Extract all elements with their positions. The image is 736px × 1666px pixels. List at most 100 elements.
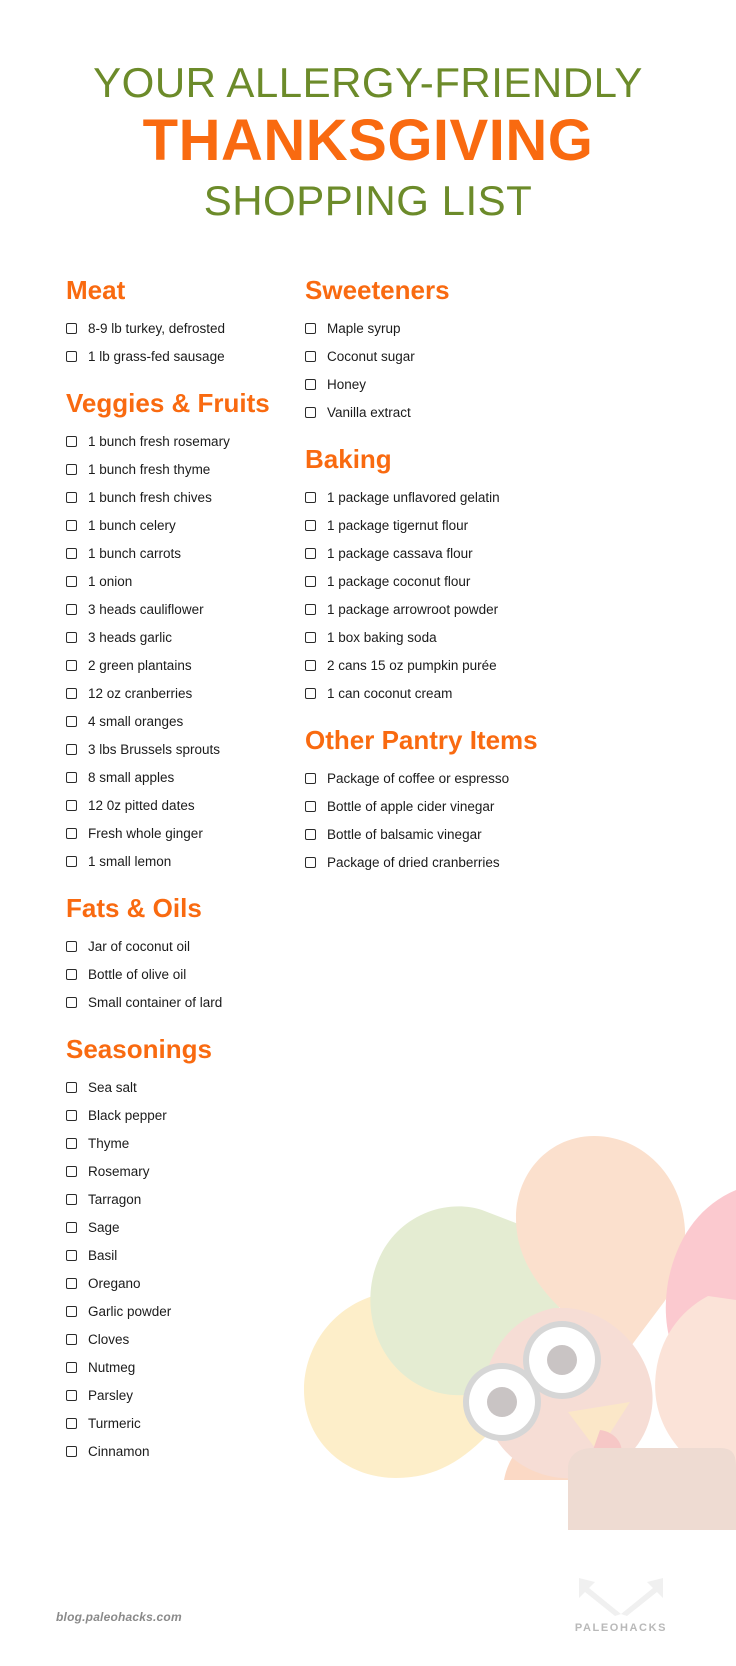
checklist-item[interactable]: Small container of lard (66, 994, 305, 1011)
checklist-item[interactable]: Vanilla extract (305, 404, 685, 421)
checkbox-icon[interactable] (66, 1390, 77, 1401)
checklist-item[interactable]: 1 bunch fresh thyme (66, 461, 305, 478)
checkbox-icon[interactable] (66, 800, 77, 811)
checklist-item[interactable]: Tarragon (66, 1191, 305, 1208)
checkbox-icon[interactable] (305, 773, 316, 784)
checkbox-icon[interactable] (305, 323, 316, 334)
checklist-item[interactable]: Black pepper (66, 1107, 305, 1124)
checkbox-icon[interactable] (305, 632, 316, 643)
checkbox-icon[interactable] (66, 1138, 77, 1149)
checkbox-icon[interactable] (66, 548, 77, 559)
checkbox-icon[interactable] (66, 520, 77, 531)
checklist-item[interactable]: 12 0z pitted dates (66, 797, 305, 814)
checkbox-icon[interactable] (66, 351, 77, 362)
checklist-item[interactable]: 2 cans 15 oz pumpkin purée (305, 657, 685, 674)
checkbox-icon[interactable] (66, 1418, 77, 1429)
checkbox-icon[interactable] (305, 492, 316, 503)
checklist-item[interactable]: Honey (305, 376, 685, 393)
checkbox-icon[interactable] (66, 576, 77, 587)
checkbox-icon[interactable] (66, 1222, 77, 1233)
checkbox-icon[interactable] (305, 351, 316, 362)
checklist-item[interactable]: Nutmeg (66, 1359, 305, 1376)
checklist-item[interactable]: 1 package arrowroot powder (305, 601, 685, 618)
checklist-item[interactable]: Turmeric (66, 1415, 305, 1432)
checklist-item[interactable]: 8 small apples (66, 769, 305, 786)
checkbox-icon[interactable] (305, 688, 316, 699)
checkbox-icon[interactable] (66, 604, 77, 615)
checklist-item[interactable]: Bottle of balsamic vinegar (305, 826, 685, 843)
checkbox-icon[interactable] (66, 660, 77, 671)
checkbox-icon[interactable] (66, 1362, 77, 1373)
checklist-item[interactable]: 4 small oranges (66, 713, 305, 730)
checkbox-icon[interactable] (66, 1166, 77, 1177)
checklist-item[interactable]: 12 oz cranberries (66, 685, 305, 702)
checklist-item[interactable]: 1 package cassava flour (305, 545, 685, 562)
checkbox-icon[interactable] (66, 828, 77, 839)
checkbox-icon[interactable] (66, 436, 77, 447)
checklist-item[interactable]: 1 bunch fresh rosemary (66, 433, 305, 450)
checklist-item[interactable]: Oregano (66, 1275, 305, 1292)
checklist-item[interactable]: Jar of coconut oil (66, 938, 305, 955)
checkbox-icon[interactable] (305, 604, 316, 615)
checkbox-icon[interactable] (66, 716, 77, 727)
checklist-item[interactable]: 2 green plantains (66, 657, 305, 674)
checklist-item[interactable]: Package of coffee or espresso (305, 770, 685, 787)
checklist-item[interactable]: 1 bunch celery (66, 517, 305, 534)
checklist-item[interactable]: Coconut sugar (305, 348, 685, 365)
checklist-item[interactable]: Garlic powder (66, 1303, 305, 1320)
checkbox-icon[interactable] (66, 1250, 77, 1261)
checkbox-icon[interactable] (66, 941, 77, 952)
checklist-item[interactable]: Basil (66, 1247, 305, 1264)
checkbox-icon[interactable] (66, 1306, 77, 1317)
checkbox-icon[interactable] (305, 379, 316, 390)
checkbox-icon[interactable] (66, 997, 77, 1008)
checklist-item[interactable]: 1 bunch fresh chives (66, 489, 305, 506)
checklist-item[interactable]: 1 can coconut cream (305, 685, 685, 702)
checkbox-icon[interactable] (305, 576, 316, 587)
checkbox-icon[interactable] (66, 1110, 77, 1121)
checklist-item[interactable]: Fresh whole ginger (66, 825, 305, 842)
checkbox-icon[interactable] (305, 660, 316, 671)
checkbox-icon[interactable] (66, 744, 77, 755)
checkbox-icon[interactable] (66, 492, 77, 503)
checklist-item[interactable]: Cloves (66, 1331, 305, 1348)
checklist-item[interactable]: 1 small lemon (66, 853, 305, 870)
checklist-item[interactable]: Bottle of apple cider vinegar (305, 798, 685, 815)
checklist-item[interactable]: 1 package tigernut flour (305, 517, 685, 534)
checkbox-icon[interactable] (66, 323, 77, 334)
checklist-item[interactable]: 3 lbs Brussels sprouts (66, 741, 305, 758)
checkbox-icon[interactable] (66, 969, 77, 980)
checklist-item[interactable]: 1 box baking soda (305, 629, 685, 646)
checkbox-icon[interactable] (66, 1278, 77, 1289)
checkbox-icon[interactable] (66, 772, 77, 783)
checklist-item[interactable]: 1 onion (66, 573, 305, 590)
checkbox-icon[interactable] (305, 829, 316, 840)
checkbox-icon[interactable] (66, 1334, 77, 1345)
checklist-item[interactable]: Thyme (66, 1135, 305, 1152)
checkbox-icon[interactable] (66, 688, 77, 699)
checklist-item[interactable]: Package of dried cranberries (305, 854, 685, 871)
checklist-item[interactable]: 1 bunch carrots (66, 545, 305, 562)
checklist-item[interactable]: 1 package unflavored gelatin (305, 489, 685, 506)
checkbox-icon[interactable] (66, 856, 77, 867)
checkbox-icon[interactable] (305, 857, 316, 868)
checklist-item[interactable]: Maple syrup (305, 320, 685, 337)
checklist-item[interactable]: 1 lb grass-fed sausage (66, 348, 305, 365)
checklist-item[interactable]: 1 package coconut flour (305, 573, 685, 590)
checklist-item[interactable]: Sage (66, 1219, 305, 1236)
checkbox-icon[interactable] (66, 464, 77, 475)
checklist-item[interactable]: 3 heads cauliflower (66, 601, 305, 618)
checkbox-icon[interactable] (66, 1446, 77, 1457)
checklist-item[interactable]: Parsley (66, 1387, 305, 1404)
checkbox-icon[interactable] (66, 632, 77, 643)
checklist-item[interactable]: Rosemary (66, 1163, 305, 1180)
checkbox-icon[interactable] (305, 801, 316, 812)
checkbox-icon[interactable] (305, 548, 316, 559)
checklist-item[interactable]: 3 heads garlic (66, 629, 305, 646)
blog-url[interactable]: blog.paleohacks.com (56, 1610, 182, 1624)
checklist-item[interactable]: Cinnamon (66, 1443, 305, 1460)
checkbox-icon[interactable] (305, 407, 316, 418)
checkbox-icon[interactable] (66, 1194, 77, 1205)
checklist-item[interactable]: 8-9 lb turkey, defrosted (66, 320, 305, 337)
checklist-item[interactable]: Sea salt (66, 1079, 305, 1096)
